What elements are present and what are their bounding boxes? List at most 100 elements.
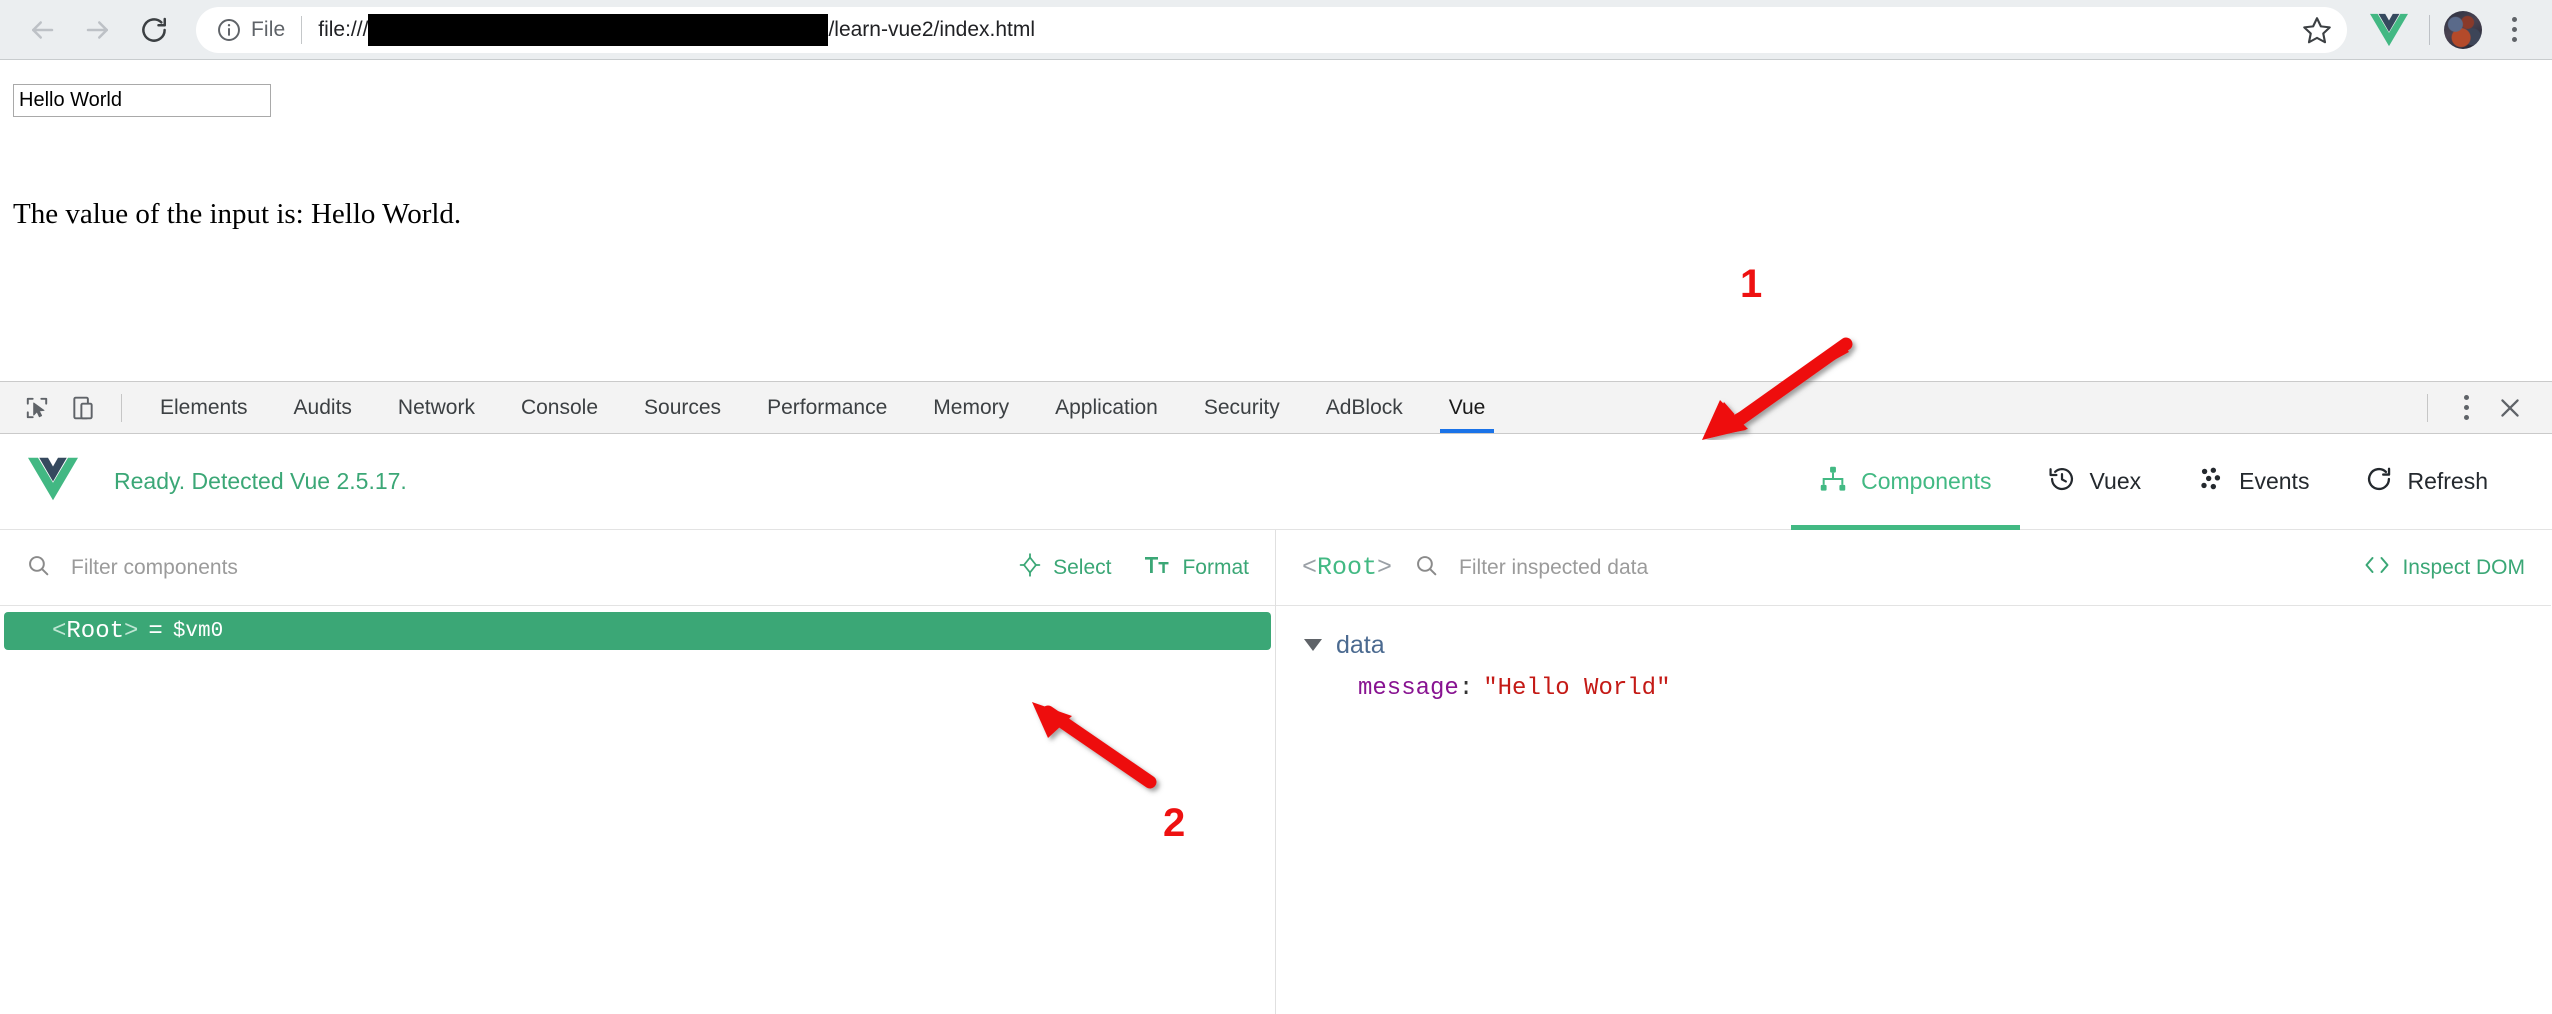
inspect-element-icon[interactable] <box>14 385 60 431</box>
tab-label: Application <box>1055 395 1158 419</box>
reload-button[interactable] <box>126 2 182 58</box>
select-component-button[interactable]: Select <box>1018 552 1112 583</box>
security-label: File <box>251 17 286 41</box>
toolbar-divider <box>2429 14 2430 45</box>
vue-nav-components[interactable]: Components <box>1791 434 2020 530</box>
kebab-menu-icon[interactable] <box>2446 386 2486 430</box>
tab-security[interactable]: Security <box>1181 382 1303 433</box>
inspected-component-name: Root <box>1317 553 1378 582</box>
arrow-right-icon <box>83 15 113 45</box>
devtools-right-controls <box>2409 382 2552 433</box>
tab-adblock[interactable]: AdBlock <box>1303 382 1426 433</box>
inspect-dom-button[interactable]: Inspect DOM <box>2363 554 2525 582</box>
address-bar[interactable]: File file:/// /learn-vue2/index.html <box>196 6 2347 53</box>
url-redaction-bar <box>368 13 829 46</box>
tab-label: Audits <box>293 395 352 419</box>
tab-label: Memory <box>933 395 1010 419</box>
vue-nav-events[interactable]: Events <box>2169 434 2337 530</box>
inspected-data: data message : "Hello World" <box>1276 606 2551 1014</box>
url-path: /learn-vue2/index.html <box>828 17 1036 41</box>
avatar[interactable] <box>2444 10 2482 49</box>
format-button[interactable]: Format <box>1145 553 1249 583</box>
forward-button[interactable] <box>70 2 126 58</box>
inspector-panel: <Root> Inspect DOM <box>1276 530 2551 1014</box>
page-viewport: The value of the input is: Hello World. <box>0 59 2552 381</box>
tab-performance[interactable]: Performance <box>744 382 910 433</box>
vue-logo-icon <box>28 457 78 506</box>
tabstrip-divider <box>121 393 122 422</box>
vm-instance-label: $vm0 <box>172 619 224 643</box>
tab-memory[interactable]: Memory <box>910 382 1032 433</box>
search-icon <box>26 553 51 583</box>
equals-sign: = <box>148 617 163 645</box>
tag-close-bracket: > <box>1377 553 1393 582</box>
format-label: Format <box>1182 555 1249 579</box>
tab-audits[interactable]: Audits <box>271 382 375 433</box>
reload-icon <box>139 15 169 45</box>
tab-label: Security <box>1203 395 1280 419</box>
tab-label: Console <box>520 395 599 419</box>
data-group-header[interactable]: data <box>1276 624 2551 666</box>
target-crosshair-icon <box>1018 552 1042 583</box>
tab-label: Vue <box>1448 395 1486 419</box>
component-name: Root <box>66 617 125 645</box>
tab-label: AdBlock <box>1325 395 1403 419</box>
tab-console[interactable]: Console <box>498 382 621 433</box>
info-circle-icon[interactable] <box>216 17 242 43</box>
tab-label: Elements <box>160 395 248 419</box>
url-text: file:/// /learn-vue2/index.html <box>318 13 2297 46</box>
message-input[interactable] <box>13 84 271 117</box>
filter-inspected-data-input[interactable] <box>1459 555 2330 580</box>
nav-label: Refresh <box>2407 468 2488 494</box>
tab-network[interactable]: Network <box>375 382 498 433</box>
search-icon <box>1414 553 1439 583</box>
screenshot-root: File file:/// /learn-vue2/index.html Hel… <box>0 0 2552 1014</box>
data-colon: : <box>1458 674 1474 702</box>
filter-components-input[interactable] <box>71 555 985 580</box>
arrow-left-icon <box>27 15 57 45</box>
data-entry-message[interactable]: message : "Hello World" <box>1276 666 2551 710</box>
tab-label: Performance <box>767 395 888 419</box>
component-tree: < Root > = $vm0 <box>0 606 1275 1014</box>
data-key: message <box>1358 674 1459 702</box>
star-icon[interactable] <box>2297 10 2337 50</box>
tab-application[interactable]: Application <box>1032 382 1181 433</box>
devtools-tool-icons <box>0 382 137 433</box>
data-value: "Hello World" <box>1483 674 1671 702</box>
back-button[interactable] <box>14 2 70 58</box>
browser-toolbar: File file:/// /learn-vue2/index.html <box>0 0 2552 59</box>
omnibox-divider <box>301 15 303 44</box>
vue-extension-icon[interactable] <box>2363 4 2415 56</box>
page-paragraph: The value of the input is: Hello World. <box>13 198 462 230</box>
data-group-title: data <box>1336 630 1385 659</box>
nav-label: Components <box>1861 468 1992 494</box>
vue-status-text: Ready. Detected Vue 2.5.17. <box>114 468 407 494</box>
component-tree-row-root[interactable]: < Root > = $vm0 <box>4 612 1271 650</box>
tab-vue[interactable]: Vue <box>1426 382 1509 433</box>
tab-sources[interactable]: Sources <box>621 382 744 433</box>
vue-nav-vuex[interactable]: Vuex <box>2020 434 2170 530</box>
tab-label: Sources <box>644 395 722 419</box>
vue-nav-refresh[interactable]: Refresh <box>2337 434 2516 530</box>
text-format-icon <box>1145 553 1171 583</box>
history-clock-icon <box>2048 465 2076 499</box>
device-toolbar-icon[interactable] <box>60 385 106 431</box>
nav-label: Events <box>2239 468 2310 494</box>
code-brackets-icon <box>2363 554 2391 582</box>
select-label: Select <box>1053 555 1112 579</box>
devtools-tabs: Elements Audits Network Console Sources … <box>137 382 2409 433</box>
tab-elements[interactable]: Elements <box>137 382 271 433</box>
kebab-menu-icon[interactable] <box>2492 8 2536 52</box>
refresh-icon <box>2365 465 2393 499</box>
components-toolbar: Select Format <box>0 530 1275 606</box>
tag-open-bracket: < <box>52 617 67 645</box>
devtools-tabstrip: Elements Audits Network Console Sources … <box>0 381 2552 434</box>
url-scheme: file:/// <box>318 17 369 41</box>
tag-close-bracket: > <box>124 617 139 645</box>
vue-nav: Components Vuex Events Refresh <box>1791 434 2552 530</box>
vue-devtools-body: Select Format < Root > <box>0 530 2552 1014</box>
nav-label: Vuex <box>2089 468 2142 494</box>
vue-devtools-header: Ready. Detected Vue 2.5.17. Components V… <box>0 434 2552 530</box>
tab-label: Network <box>397 395 475 419</box>
close-icon[interactable] <box>2486 386 2534 430</box>
